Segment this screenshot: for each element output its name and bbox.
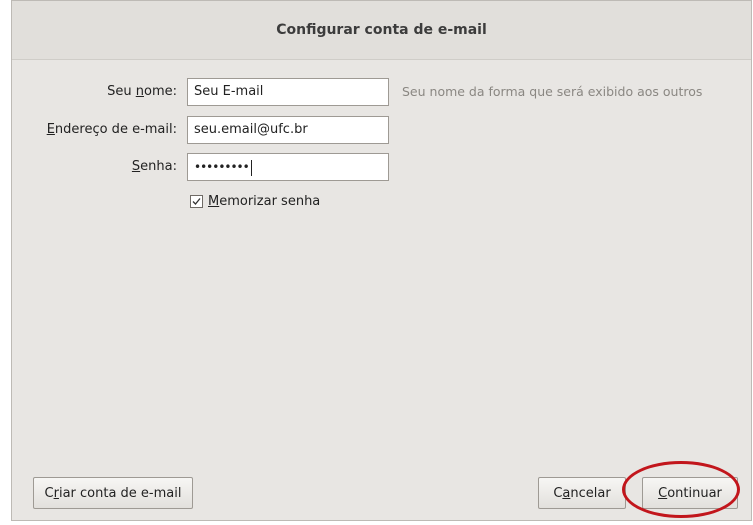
password-label-part-end: enha: bbox=[140, 159, 177, 174]
name-hint: Seu nome da forma que será exibido aos o… bbox=[402, 84, 703, 99]
email-label-accel: E bbox=[46, 122, 55, 137]
email-label-part-end: ndereço de e-mail: bbox=[54, 122, 177, 137]
continue-button[interactable]: Continuar bbox=[642, 477, 738, 509]
create-account-label-part-end: iar conta de e-mail bbox=[58, 485, 182, 501]
remember-label-accel: M bbox=[208, 194, 220, 209]
text-cursor bbox=[250, 159, 252, 176]
checkmark-icon bbox=[192, 198, 201, 205]
password-input[interactable]: ••••••••• bbox=[187, 153, 389, 181]
continue-label-part-end: ontinuar bbox=[667, 485, 722, 501]
create-account-button[interactable]: Cr iar conta de e-mail bbox=[33, 477, 193, 509]
password-label-accel: S bbox=[131, 159, 141, 174]
cancel-button[interactable]: Ca ncelar bbox=[538, 477, 626, 509]
create-account-label-part: C bbox=[44, 485, 54, 501]
dialog-title-text: Configurar conta de e-mail bbox=[276, 22, 487, 38]
name-input[interactable]: Seu E-mail bbox=[187, 78, 389, 106]
dialog-title: Configurar conta de e-mail bbox=[12, 1, 751, 60]
cancel-label-part-end: ncelar bbox=[570, 485, 611, 501]
cancel-label-part: C bbox=[553, 485, 563, 501]
remember-password-checkbox[interactable] bbox=[190, 195, 203, 208]
name-label-accel: n bbox=[135, 84, 144, 99]
setup-email-dialog: Configurar conta de e-mail Seu nome: Seu… bbox=[11, 0, 752, 521]
name-label-part: Seu bbox=[107, 84, 136, 99]
remember-label-part-end: emorizar senha bbox=[219, 194, 321, 209]
name-label-part-end: ome: bbox=[144, 84, 177, 99]
email-input-value: seu.email@ufc.br bbox=[194, 122, 308, 137]
email-label: Endereço de e-mail: bbox=[47, 122, 177, 137]
remember-password-label[interactable]: Memorizar senha bbox=[208, 194, 320, 209]
email-input[interactable]: seu.email@ufc.br bbox=[187, 116, 389, 144]
cancel-label-accel: a bbox=[562, 485, 571, 501]
continue-label-accel: C bbox=[658, 485, 668, 501]
name-input-value: Seu E-mail bbox=[194, 84, 264, 99]
name-label: Seu nome: bbox=[107, 84, 177, 99]
password-mask: ••••••••• bbox=[194, 160, 250, 174]
password-label: Senha: bbox=[132, 159, 177, 174]
